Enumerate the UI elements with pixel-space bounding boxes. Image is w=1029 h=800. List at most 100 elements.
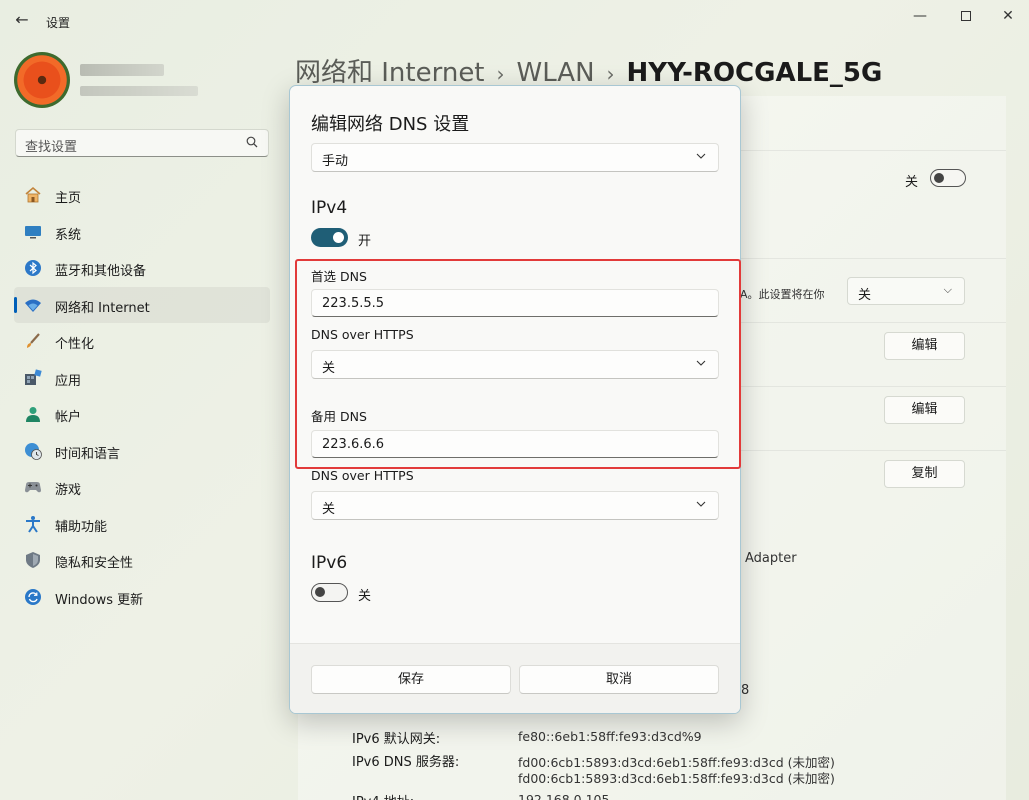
ipv6-toggle[interactable] (311, 583, 348, 602)
dialog-footer: 保存 取消 (290, 643, 740, 713)
doh-preferred-value: 关 (322, 361, 336, 376)
property-label: IPv6 DNS 服务器: (352, 755, 460, 770)
edit-button[interactable]: 编辑 (884, 396, 965, 424)
wifi-icon (25, 299, 41, 312)
search-placeholder: 查找设置 (25, 140, 78, 155)
sidebar-item-privacy[interactable]: 隐私和安全性 (14, 542, 270, 579)
back-button[interactable]: ← (8, 6, 36, 34)
sidebar-item-label: 游戏 (55, 483, 82, 498)
maximize-button[interactable] (946, 4, 986, 28)
chevron-down-icon (696, 360, 706, 366)
property-label: IPv6 默认网关: (352, 732, 441, 747)
sidebar-item-home[interactable]: 主页 (14, 177, 270, 214)
preferred-dns-value: 223.5.5.5 (322, 296, 385, 311)
sidebar-item-label: 辅助功能 (55, 519, 108, 535)
window-title: 设置 (46, 16, 71, 30)
sidebar-item-label: 帐户 (55, 410, 82, 425)
sidebar-item-label: 时间和语言 (55, 446, 121, 462)
sidebar-item-accounts[interactable]: 帐户 (14, 396, 270, 433)
dns-mode-select[interactable]: 手动 (311, 143, 719, 172)
alternate-dns-value: 223.6.6.6 (322, 437, 385, 452)
sidebar-item-label: Windows 更新 (55, 592, 144, 608)
ipv6-heading: IPv6 (311, 553, 348, 573)
minimize-button[interactable]: — (900, 4, 940, 28)
monitor-icon (25, 225, 41, 238)
ipv6-toggle-label: 关 (358, 589, 372, 604)
preferred-dns-label: 首选 DNS (311, 269, 367, 284)
sidebar-item-network[interactable]: 网络和 Internet (14, 286, 270, 323)
cancel-button[interactable]: 取消 (519, 665, 719, 694)
background-note: A。此设置将在你 (740, 288, 825, 301)
user-email-redacted (80, 86, 198, 96)
sidebar-item-label: 主页 (55, 191, 82, 206)
ipv4-heading: IPv4 (311, 198, 348, 218)
search-input[interactable]: 查找设置 (15, 129, 269, 157)
property-value: 192.168.0.105 (518, 792, 610, 800)
breadcrumb-item-wlan[interactable]: WLAN (517, 58, 595, 88)
breadcrumb-separator: › (496, 62, 505, 86)
background-fragment-text: 8 (741, 683, 750, 698)
sidebar-item-label: 蓝牙和其他设备 (55, 264, 147, 279)
edit-button[interactable]: 编辑 (884, 332, 965, 360)
brush-icon (27, 333, 40, 348)
doh-alternate-label: DNS over HTTPS (311, 468, 414, 483)
title-bar: ← 设置 — ✕ (0, 0, 1029, 40)
background-select-value: 关 (858, 288, 872, 303)
breadcrumb-item-current: HYY-ROCGALE_5G (626, 58, 883, 88)
apps-icon (25, 368, 42, 385)
chevron-down-icon: ⌵ (943, 283, 952, 296)
globe-clock-icon (25, 442, 42, 460)
sidebar-item-label: 网络和 Internet (55, 300, 150, 316)
search-icon (246, 136, 258, 148)
edit-dns-dialog: 编辑网络 DNS 设置 手动 IPv4 开 首选 DNS 223.5.5.5 D… (289, 85, 741, 714)
sidebar-item-gaming[interactable]: 游戏 (14, 469, 270, 506)
background-adapter-text: Adapter (745, 551, 797, 566)
breadcrumb-item-network[interactable]: 网络和 Internet (295, 58, 485, 88)
gamepad-icon (25, 482, 41, 493)
chevron-down-icon (696, 153, 706, 159)
sidebar-item-label: 个性化 (55, 337, 95, 352)
sidebar-item-label: 应用 (55, 373, 82, 389)
background-select[interactable]: 关 ⌵ (847, 277, 965, 305)
breadcrumb-separator: › (606, 62, 615, 86)
ipv4-toggle-label: 开 (358, 234, 372, 249)
bluetooth-icon (25, 260, 41, 276)
copy-button[interactable]: 复制 (884, 460, 965, 488)
background-toggle-label: 关 (905, 175, 919, 190)
ipv4-toggle[interactable] (311, 228, 348, 247)
avatar[interactable] (14, 52, 70, 108)
user-name-redacted (80, 64, 164, 76)
sidebar-item-accessibility[interactable]: 辅助功能 (14, 506, 270, 543)
maximize-icon (961, 11, 971, 21)
sidebar-item-bluetooth[interactable]: 蓝牙和其他设备 (14, 250, 270, 287)
person-icon (26, 407, 40, 422)
update-icon (25, 588, 41, 605)
sidebar-item-label: 隐私和安全性 (55, 556, 134, 571)
home-icon (25, 186, 41, 203)
preferred-dns-input[interactable]: 223.5.5.5 (311, 289, 719, 317)
background-toggle[interactable] (930, 169, 966, 187)
property-value: fe80::6eb1:58ff:fe93:d3cd%9 (518, 729, 702, 744)
breadcrumb: 网络和 Internet › WLAN › HYY-ROCGALE_5G (295, 52, 882, 89)
accessibility-icon (26, 515, 40, 533)
dialog-title: 编辑网络 DNS 设置 (311, 114, 470, 135)
doh-alternate-select[interactable]: 关 (311, 491, 719, 520)
doh-preferred-select[interactable]: 关 (311, 350, 719, 379)
close-button[interactable]: ✕ (988, 4, 1028, 28)
doh-alternate-value: 关 (322, 502, 336, 517)
sidebar-item-time-language[interactable]: 时间和语言 (14, 433, 270, 470)
dns-mode-value: 手动 (322, 154, 349, 169)
sidebar-item-personalization[interactable]: 个性化 (14, 323, 270, 360)
sidebar-item-windows-update[interactable]: Windows 更新 (14, 579, 270, 616)
property-value: fd00:6cb1:5893:d3cd:6eb1:58ff:fe93:d3cd … (518, 771, 835, 786)
doh-preferred-label: DNS over HTTPS (311, 327, 414, 342)
sidebar-item-system[interactable]: 系统 (14, 214, 270, 251)
property-label: IPv4 地址: (352, 791, 414, 800)
shield-icon (26, 552, 40, 568)
chevron-down-icon (696, 501, 706, 507)
alternate-dns-input[interactable]: 223.6.6.6 (311, 430, 719, 458)
sidebar-nav: 主页 系统 蓝牙和其他设备 网络和 Internet 个性化 应用 帐户 时间和… (14, 177, 270, 615)
sidebar-item-apps[interactable]: 应用 (14, 360, 270, 397)
save-button[interactable]: 保存 (311, 665, 511, 694)
alternate-dns-label: 备用 DNS (311, 409, 367, 424)
